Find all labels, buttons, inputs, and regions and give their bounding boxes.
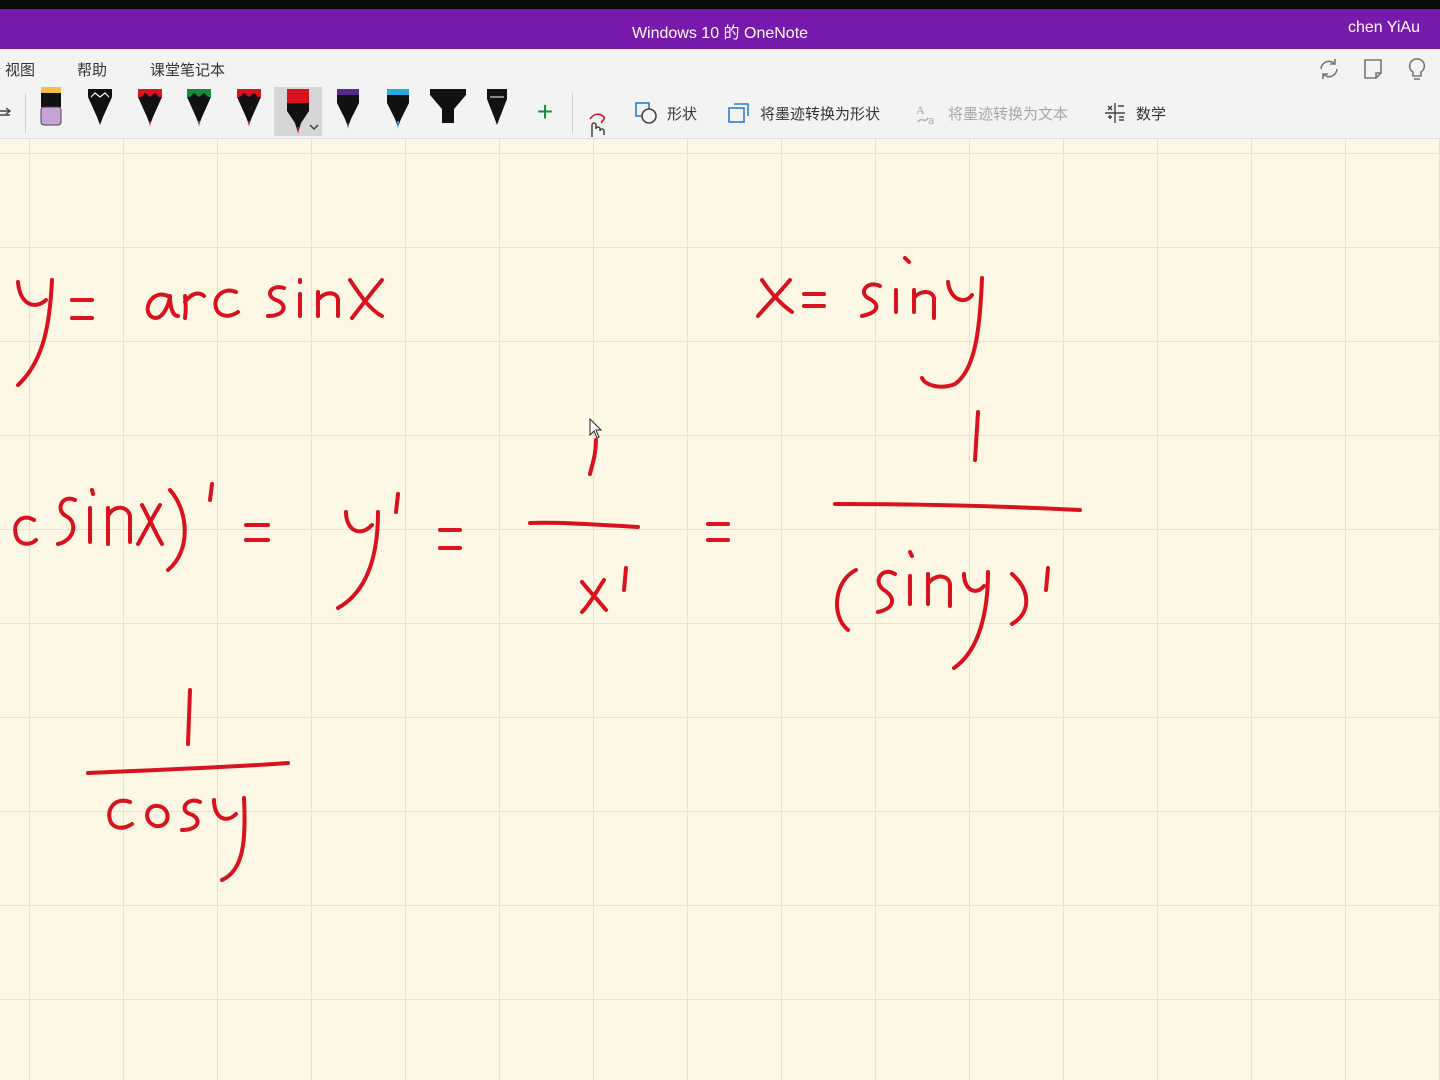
- pen-blue-icon[interactable]: [383, 87, 413, 139]
- lightbulb-icon[interactable]: [1404, 56, 1430, 82]
- pen-red-selected-icon[interactable]: [283, 87, 323, 139]
- svg-text:a: a: [928, 115, 935, 126]
- pen-black-2-icon[interactable]: [482, 87, 512, 139]
- shapes-button[interactable]: 形状: [633, 100, 697, 126]
- math-label: 数学: [1136, 105, 1167, 123]
- pen-purple-icon[interactable]: [333, 87, 363, 139]
- pen-red-2-icon[interactable]: [234, 87, 264, 139]
- shapes-icon: [635, 102, 657, 124]
- lasso-select-icon[interactable]: [0, 103, 12, 125]
- ink-one-over-cosy: [86, 688, 290, 882]
- ink-to-shape-label: 将墨迹转换为形状: [760, 105, 881, 123]
- separator: [25, 93, 26, 133]
- pen-green-icon[interactable]: [184, 87, 214, 139]
- user-name[interactable]: chen YiAu: [1348, 19, 1420, 37]
- pen-red-icon[interactable]: [135, 87, 165, 139]
- sync-icon[interactable]: [1316, 56, 1342, 82]
- add-pen-button[interactable]: +: [531, 98, 559, 126]
- tab-view[interactable]: 视图: [5, 59, 35, 80]
- highlighter-pen-icon[interactable]: [36, 87, 66, 139]
- math-button[interactable]: 数学: [1102, 100, 1166, 126]
- mouse-cursor-icon: [589, 418, 603, 439]
- math-icon: [1105, 103, 1125, 123]
- ribbon: 视图 帮助 课堂笔记本 + 形状 将墨迹转换为形状 A a 将墨迹转换为文本 数…: [0, 49, 1440, 139]
- ink-derivative-line: [13, 410, 1082, 670]
- handwritten-ink: [13, 256, 1082, 882]
- pen-black-icon[interactable]: [85, 87, 115, 139]
- highlighter-black-icon[interactable]: [428, 87, 468, 139]
- svg-text:A: A: [916, 103, 925, 117]
- notebook-icon[interactable]: [1360, 56, 1386, 82]
- ribbon-right-icons: [1300, 56, 1440, 82]
- title-bar: Windows 10 的 OneNote chen YiAu: [0, 9, 1440, 49]
- note-canvas[interactable]: [0, 139, 1440, 1080]
- shapes-label: 形状: [667, 105, 698, 123]
- tab-help[interactable]: 帮助: [77, 59, 107, 80]
- ink-to-shape-button[interactable]: 将墨迹转换为形状: [726, 100, 880, 126]
- ink-x-equals-siny: [756, 256, 984, 389]
- ink-to-text-icon: A a: [916, 103, 935, 126]
- ink-to-text-button[interactable]: A a 将墨迹转换为文本: [914, 100, 1068, 126]
- top-strip: [0, 0, 1440, 9]
- window-title: Windows 10 的 OneNote: [631, 25, 809, 42]
- separator: [572, 93, 573, 133]
- tab-class-notebook[interactable]: 课堂笔记本: [150, 59, 225, 80]
- ink-to-shape-icon: [728, 103, 749, 123]
- ink-to-text-label: 将墨迹转换为文本: [948, 105, 1069, 123]
- ink-y-equals-arcsinx: [16, 278, 384, 387]
